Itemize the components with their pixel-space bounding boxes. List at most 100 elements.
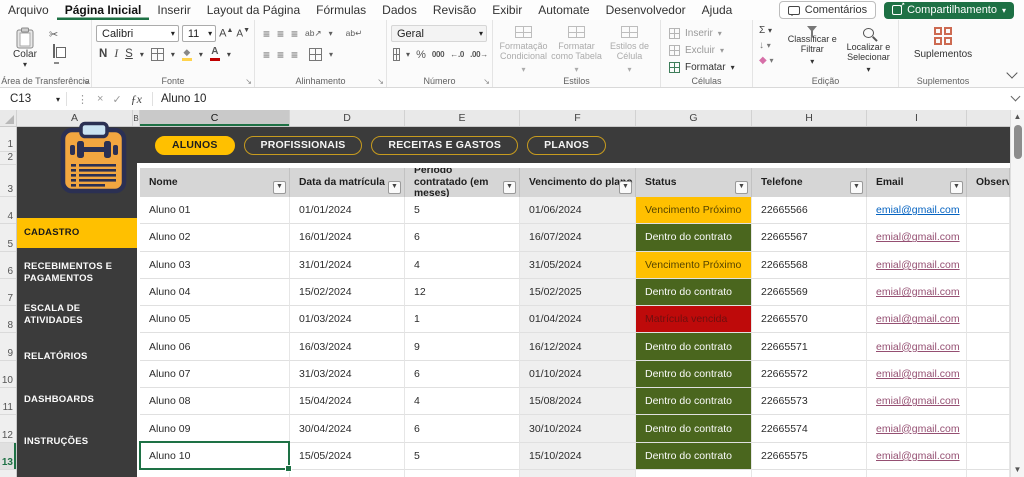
merge-center-button[interactable]: [309, 48, 322, 61]
paste-button[interactable]: Colar ▾: [4, 25, 46, 74]
conditional-formatting-button[interactable]: Formatação Condicional ▾: [497, 26, 550, 74]
accounting-format-button[interactable]: [393, 48, 400, 61]
cell-email[interactable]: emial@gmail.com: [867, 443, 967, 470]
name-box[interactable]: C13 ▾: [0, 88, 66, 110]
status-badge[interactable]: Vencimento Próximo: [636, 252, 752, 279]
column-header-partial[interactable]: [967, 110, 1010, 126]
fill-button[interactable]: ↓ ▾: [759, 40, 771, 51]
orientation-button[interactable]: ab↗: [305, 28, 322, 39]
cell-periodo[interactable]: 12: [405, 279, 520, 306]
cell-observacoes[interactable]: [967, 333, 1010, 360]
tab-receitas-e-gastos[interactable]: RECEITAS E GASTOS: [371, 136, 518, 155]
column-header-f[interactable]: F: [520, 110, 636, 126]
cell-periodo[interactable]: 4: [405, 252, 520, 279]
row-header-1[interactable]: 1: [0, 127, 16, 152]
filter-dropdown-button[interactable]: ▼: [850, 181, 863, 194]
cell-periodo[interactable]: 6: [405, 415, 520, 442]
cell-data-matricula[interactable]: 31/03/2024: [290, 361, 405, 388]
cell-periodo[interactable]: 4: [405, 388, 520, 415]
status-badge[interactable]: Dentro do contrato: [636, 224, 752, 251]
cell-vencimento[interactable]: 16/12/2024: [520, 333, 636, 360]
email-link[interactable]: emial@gmail.com: [876, 341, 960, 353]
cell-telefone[interactable]: 22665571: [752, 333, 867, 360]
status-badge[interactable]: Dentro do contrato: [636, 279, 752, 306]
cell-telefone[interactable]: 22665575: [752, 443, 867, 470]
cell-nome-selected[interactable]: Aluno 10: [140, 443, 290, 470]
filter-dropdown-button[interactable]: ▼: [503, 181, 516, 194]
filter-dropdown-button[interactable]: ▼: [950, 181, 963, 194]
share-button[interactable]: Compartilhamento ▾: [884, 2, 1014, 19]
menu-arquivo[interactable]: Arquivo: [0, 0, 57, 20]
email-link[interactable]: emial@gmail.com: [876, 231, 960, 243]
borders-button[interactable]: [151, 48, 164, 61]
cell-email[interactable]: emial@gmail.com: [867, 224, 967, 251]
menu-pagina-inicial[interactable]: Página Inicial: [57, 0, 150, 20]
cell-periodo[interactable]: 1: [405, 306, 520, 333]
insert-cells-button[interactable]: Inserir▾: [669, 27, 748, 41]
cell-data-matricula[interactable]: 15/02/2024: [290, 279, 405, 306]
sidebar-item-cadastro[interactable]: CADASTRO: [17, 218, 137, 248]
fill-color-button[interactable]: ◆: [182, 48, 192, 61]
addins-button[interactable]: Suplementos: [914, 27, 972, 60]
cell-data-matricula[interactable]: 15/05/2024: [290, 443, 405, 470]
status-badge[interactable]: Matrícula vencida: [636, 306, 752, 333]
status-badge[interactable]: Dentro do contrato: [636, 361, 752, 388]
row-header-10[interactable]: 10: [0, 361, 16, 388]
column-header-e[interactable]: E: [405, 110, 520, 126]
wrap-text-button[interactable]: ab↵: [346, 28, 363, 39]
percent-style-button[interactable]: %: [416, 49, 426, 61]
email-link[interactable]: emial@gmail.com: [876, 450, 960, 462]
align-top-button[interactable]: ≡: [263, 27, 270, 41]
email-link[interactable]: emial@gmail.com: [876, 204, 960, 216]
cell-observacoes[interactable]: [967, 197, 1010, 224]
cell-data-matricula[interactable]: 15/04/2024: [290, 388, 405, 415]
row-header-5[interactable]: 5: [0, 224, 16, 251]
column-header-d[interactable]: D: [290, 110, 405, 126]
cell-nome[interactable]: Aluno 05: [140, 306, 290, 333]
cell-observacoes[interactable]: [967, 388, 1010, 415]
cell-telefone[interactable]: 22665568: [752, 252, 867, 279]
cell-vencimento[interactable]: 15/02/2025: [520, 279, 636, 306]
filter-dropdown-button[interactable]: ▼: [273, 181, 286, 194]
align-left-button[interactable]: ≡: [263, 48, 270, 62]
cell-nome[interactable]: Aluno 03: [140, 252, 290, 279]
cell-email[interactable]: emial@gmail.com: [867, 361, 967, 388]
menu-automate[interactable]: Automate: [530, 0, 597, 20]
comments-button[interactable]: Comentários: [779, 1, 876, 19]
row-header-2[interactable]: 2: [0, 152, 16, 165]
tab-planos[interactable]: PLANOS: [527, 136, 606, 155]
menu-desenvolvedor[interactable]: Desenvolvedor: [598, 0, 694, 20]
row-header-3[interactable]: 3: [0, 165, 16, 197]
delete-cells-button[interactable]: Excluir▾: [669, 44, 748, 58]
font-size-select[interactable]: 11▾: [182, 25, 216, 42]
cell-vencimento[interactable]: 01/10/2024: [520, 361, 636, 388]
font-color-button[interactable]: A: [210, 47, 220, 61]
row-header-6[interactable]: 6: [0, 252, 16, 279]
cell-styles-button[interactable]: Estilos de Célula ▾: [603, 26, 656, 74]
cell-nome[interactable]: Aluno 07: [140, 361, 290, 388]
cell-vencimento[interactable]: 16/07/2024: [520, 224, 636, 251]
comma-style-button[interactable]: 000: [432, 50, 444, 59]
menu-exibir[interactable]: Exibir: [484, 0, 530, 20]
copy-button[interactable]: [53, 45, 55, 57]
cell-observacoes[interactable]: [967, 252, 1010, 279]
column-header-i[interactable]: I: [867, 110, 967, 126]
row-header-7[interactable]: 7: [0, 279, 16, 306]
increase-font-button[interactable]: A▲: [219, 27, 233, 40]
sidebar-item-escala-de-atividades[interactable]: ESCALA DE ATIVIDADES: [17, 303, 137, 327]
cell-vencimento[interactable]: 15/10/2024: [520, 443, 636, 470]
filter-dropdown-button[interactable]: ▼: [735, 181, 748, 194]
column-header-b[interactable]: B: [133, 110, 140, 126]
cell-data-matricula[interactable]: 01/03/2024: [290, 306, 405, 333]
row-header-11[interactable]: 11: [0, 388, 16, 415]
cell-periodo[interactable]: 9: [405, 333, 520, 360]
email-link[interactable]: emial@gmail.com: [876, 368, 960, 380]
cell-vencimento[interactable]: 01/04/2024: [520, 306, 636, 333]
cell-nome[interactable]: Aluno 01: [140, 197, 290, 224]
cell-observacoes[interactable]: [967, 443, 1010, 470]
row-header-13[interactable]: 13: [0, 443, 16, 470]
row-header-4[interactable]: 4: [0, 197, 16, 224]
number-format-select[interactable]: Geral▾: [391, 25, 487, 42]
clear-button[interactable]: ◆ ▾: [759, 55, 773, 66]
italic-button[interactable]: I: [114, 48, 118, 60]
